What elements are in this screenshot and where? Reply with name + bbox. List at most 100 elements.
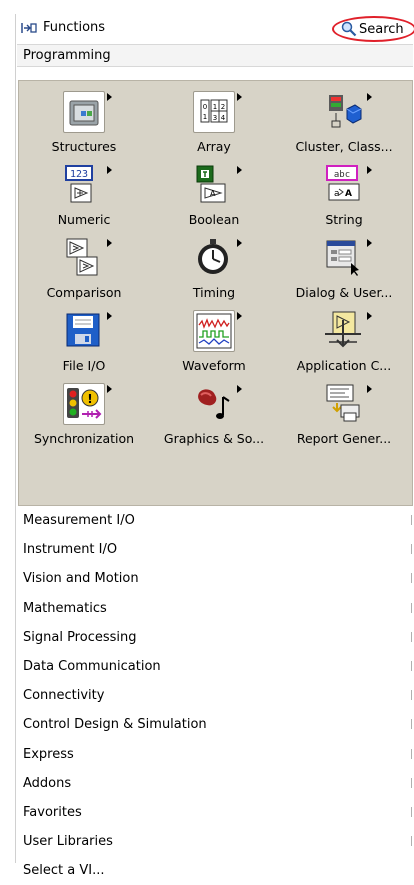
category-item-connectivity[interactable]: Connectivity bbox=[15, 681, 414, 710]
palette-title: Functions bbox=[43, 20, 106, 35]
synchronization-icon: ! bbox=[63, 383, 105, 425]
category-label: Addons bbox=[23, 775, 72, 791]
search-label: Search bbox=[359, 21, 404, 37]
report-generation-icon bbox=[323, 383, 365, 425]
palette-item-label: Application C... bbox=[296, 358, 392, 373]
palette-item-label: Numeric bbox=[57, 212, 111, 227]
array-icon-cell: 1 bbox=[203, 113, 207, 121]
category-label: Signal Processing bbox=[23, 629, 137, 645]
category-item-select-vi[interactable]: Select a VI... bbox=[15, 856, 414, 885]
palette-item-array[interactable]: 0 1 1 2 3 4 Array bbox=[149, 91, 279, 164]
category-label: Favorites bbox=[23, 804, 82, 820]
expand-marker bbox=[411, 573, 412, 584]
category-header-programming[interactable]: Programming bbox=[17, 44, 413, 67]
category-item-control-design[interactable]: Control Design & Simulation bbox=[15, 710, 414, 739]
category-label: User Libraries bbox=[23, 834, 113, 850]
array-icon-cell: 3 bbox=[213, 114, 217, 122]
svg-text:!: ! bbox=[87, 392, 92, 406]
expand-marker bbox=[411, 836, 412, 847]
palette-item-string[interactable]: abc a A String bbox=[279, 164, 409, 237]
dialog-user-icon bbox=[323, 237, 365, 279]
search-icon bbox=[341, 21, 357, 37]
string-icon: abc a A bbox=[323, 164, 365, 206]
palette-item-cluster-class[interactable]: Cluster, Class... bbox=[279, 91, 409, 164]
expand-marker bbox=[411, 777, 412, 788]
category-item-signal-processing[interactable]: Signal Processing bbox=[15, 623, 414, 652]
submenu-arrow-icon bbox=[367, 166, 372, 174]
palette-item-comparison[interactable]: Comparison bbox=[19, 237, 149, 310]
category-label: Express bbox=[23, 746, 74, 762]
functions-palette-window: Functions Search Programming Structures … bbox=[15, 14, 414, 878]
palette-item-numeric[interactable]: 123 Numeric bbox=[19, 164, 149, 237]
expand-marker bbox=[411, 719, 412, 730]
file-io-icon bbox=[63, 310, 105, 352]
submenu-arrow-icon bbox=[367, 93, 372, 101]
category-label: Measurement I/O bbox=[23, 513, 135, 528]
programming-palette: Structures 0 1 1 2 3 4 Array Cluster, Cl… bbox=[18, 80, 413, 506]
array-icon: 0 1 1 2 3 4 bbox=[193, 91, 235, 133]
array-icon-cell: 2 bbox=[221, 103, 225, 111]
palette-item-structures[interactable]: Structures bbox=[19, 91, 149, 164]
expand-marker bbox=[411, 515, 412, 525]
submenu-arrow-icon bbox=[237, 385, 242, 393]
submenu-arrow-icon bbox=[237, 312, 242, 320]
cluster-class-icon bbox=[323, 91, 365, 133]
svg-text:a: a bbox=[334, 189, 340, 199]
palette-item-report-generation[interactable]: Report Gener... bbox=[279, 383, 409, 456]
palette-item-timing[interactable]: Timing bbox=[149, 237, 279, 310]
category-item-user-libraries[interactable]: User Libraries bbox=[15, 827, 414, 856]
palette-item-label: Boolean bbox=[188, 212, 240, 227]
category-item-data-communication[interactable]: Data Communication bbox=[15, 652, 414, 681]
expand-marker bbox=[411, 631, 412, 642]
structures-icon bbox=[63, 91, 105, 133]
graphics-sound-icon bbox=[193, 383, 235, 425]
palette-item-label: Cluster, Class... bbox=[295, 139, 393, 154]
category-list: Measurement I/O Instrument I/O Vision an… bbox=[15, 506, 414, 885]
palette-item-graphics-sound[interactable]: Graphics & So... bbox=[149, 383, 279, 456]
comparison-icon bbox=[63, 237, 105, 279]
array-icon-cell: 4 bbox=[221, 114, 226, 122]
array-icon-cell: 0 bbox=[203, 103, 207, 111]
category-item-mathematics[interactable]: Mathematics bbox=[15, 594, 414, 623]
palette-item-dialog-user[interactable]: Dialog & User... bbox=[279, 237, 409, 310]
palette-item-label: Timing bbox=[192, 285, 236, 300]
timing-icon bbox=[193, 237, 235, 279]
category-item-addons[interactable]: Addons bbox=[15, 769, 414, 798]
submenu-arrow-icon bbox=[107, 239, 112, 247]
palette-title-bar: Functions Search bbox=[15, 14, 414, 42]
palette-item-application-control[interactable]: Application C... bbox=[279, 310, 409, 383]
palette-item-boolean[interactable]: A Boolean bbox=[149, 164, 279, 237]
palette-item-label: Graphics & So... bbox=[163, 431, 265, 446]
submenu-arrow-icon bbox=[237, 166, 242, 174]
category-label: Vision and Motion bbox=[23, 571, 139, 587]
category-item-measurement-io[interactable]: Measurement I/O bbox=[15, 506, 414, 535]
palette-item-synchronization[interactable]: ! Synchronization bbox=[19, 383, 149, 456]
expand-marker bbox=[411, 660, 412, 671]
svg-text:A: A bbox=[345, 189, 352, 199]
palette-item-label: Structures bbox=[51, 139, 117, 154]
search-button[interactable]: Search bbox=[341, 21, 404, 37]
submenu-arrow-icon bbox=[367, 312, 372, 320]
submenu-arrow-icon bbox=[367, 385, 372, 393]
palette-item-waveform[interactable]: Waveform bbox=[149, 310, 279, 383]
submenu-arrow-icon bbox=[107, 312, 112, 320]
pin-icon[interactable] bbox=[21, 21, 37, 35]
expand-marker bbox=[411, 690, 412, 701]
category-item-instrument-io[interactable]: Instrument I/O bbox=[15, 535, 414, 564]
svg-text:A: A bbox=[210, 189, 216, 198]
submenu-arrow-icon bbox=[107, 385, 112, 393]
category-label: Mathematics bbox=[23, 600, 107, 616]
waveform-icon bbox=[193, 310, 235, 352]
palette-item-file-io[interactable]: File I/O bbox=[19, 310, 149, 383]
category-item-vision-motion[interactable]: Vision and Motion bbox=[15, 564, 414, 593]
palette-item-label: Synchronization bbox=[33, 431, 135, 446]
array-icon-cell: 1 bbox=[213, 103, 217, 111]
submenu-arrow-icon bbox=[237, 93, 242, 101]
palette-item-label: Comparison bbox=[46, 285, 122, 300]
category-item-express[interactable]: Express bbox=[15, 740, 414, 769]
category-label: Connectivity bbox=[23, 688, 105, 704]
palette-item-label: Waveform bbox=[182, 358, 246, 373]
category-label: Instrument I/O bbox=[23, 542, 118, 558]
category-label: Data Communication bbox=[23, 658, 161, 674]
category-item-favorites[interactable]: Favorites bbox=[15, 798, 414, 827]
